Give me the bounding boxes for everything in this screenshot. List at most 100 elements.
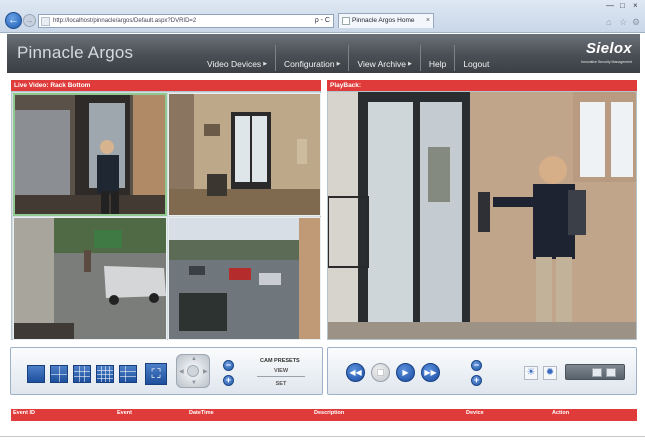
snapshot-icon[interactable]	[592, 368, 602, 377]
live-controls-bar: ⛶ ▲ ▼ ◀ ▶ − + CAM PRESETS VIEW SET	[10, 347, 323, 395]
grid-line	[97, 378, 113, 379]
rewind-icon: ◀◀	[349, 368, 362, 377]
camera-tile-3[interactable]	[13, 217, 167, 340]
page-divider	[0, 436, 645, 437]
nav-help[interactable]: Help	[421, 57, 454, 71]
playback-header: PlayBack:	[327, 80, 637, 91]
window-close-icon[interactable]: ×	[633, 1, 638, 10]
grid-line	[125, 366, 126, 382]
nav-view-archive[interactable]: View Archive ▶	[349, 57, 419, 71]
contrast-icon: ✹	[545, 367, 555, 378]
caret-right-icon: ▶	[263, 61, 268, 67]
nav-label: Configuration	[284, 59, 335, 69]
preset-view-button[interactable]: VIEW	[264, 368, 298, 374]
camera-2-image	[169, 94, 320, 215]
cam-presets-label: CAM PRESETS	[260, 358, 300, 364]
page-favicon-icon	[41, 17, 50, 26]
favorites-star-icon[interactable]: ☆	[619, 17, 627, 28]
camera-tile-1[interactable]	[13, 93, 167, 216]
layout-2x2-button[interactable]	[50, 365, 68, 383]
grid-line	[97, 374, 113, 375]
play-button[interactable]: ▶	[396, 363, 415, 382]
ptz-up-icon[interactable]: ▲	[191, 356, 197, 362]
stop-button[interactable]	[371, 363, 390, 382]
contrast-button[interactable]: ✹	[543, 366, 557, 380]
camera-tile-2[interactable]	[168, 93, 321, 216]
col-datetime[interactable]: DateTime	[189, 410, 214, 416]
grid-line	[74, 371, 90, 372]
grid-line	[97, 370, 113, 371]
grid-line	[120, 376, 136, 377]
nav-label: Help	[428, 59, 447, 69]
caret-right-icon: ▶	[407, 61, 412, 67]
zoom-out-button[interactable]: −	[223, 360, 234, 371]
rewind-button[interactable]: ◀◀	[346, 363, 365, 382]
nav-configuration[interactable]: Configuration ▶	[276, 57, 348, 71]
nav-label: Video Devices	[207, 59, 262, 69]
speed-down-button[interactable]: −	[471, 360, 482, 371]
preset-set-button[interactable]: SET	[264, 381, 298, 387]
camera-3-image	[14, 218, 166, 339]
app-title: Pinnacle Argos	[17, 43, 134, 62]
back-button[interactable]: ←	[5, 12, 22, 29]
brand-logo: Sielox	[586, 40, 632, 57]
maximize-icon[interactable]: □	[620, 1, 625, 10]
tab-title: Pinnacle Argos Home	[352, 17, 415, 24]
col-event-id[interactable]: Event ID	[13, 410, 35, 416]
camera-tile-4[interactable]	[168, 217, 321, 340]
playback-image	[328, 92, 636, 339]
playback-controls-bar: ◀◀ ▶ ▶▶ − + ☀ ✹	[327, 347, 637, 395]
live-video-header: Live Video: Rack Bottom	[11, 80, 321, 91]
search-refresh-icon[interactable]: ρ - C	[315, 15, 330, 27]
ptz-left-icon[interactable]: ◀	[179, 368, 184, 375]
stop-icon	[377, 369, 384, 376]
caret-right-icon: ▶	[336, 61, 341, 67]
grid-line	[84, 366, 85, 382]
grid-line	[51, 374, 67, 375]
layout-1x1-button[interactable]	[27, 365, 45, 383]
col-description[interactable]: Description	[314, 410, 344, 416]
preset-divider	[257, 376, 305, 377]
main-nav: Video Devices ▶ Configuration ▶ View Archi…	[199, 45, 497, 71]
ptz-pad[interactable]: ▲ ▼ ◀ ▶	[176, 354, 210, 388]
grid-line	[79, 366, 80, 382]
layout-custom-button[interactable]	[119, 365, 137, 383]
fullscreen-button[interactable]: ⛶	[145, 363, 167, 385]
nav-video-devices[interactable]: Video Devices ▶	[199, 57, 275, 71]
zoom-in-button[interactable]: +	[223, 375, 234, 386]
col-action[interactable]: Action	[552, 410, 569, 416]
fullscreen-icon: ⛶	[151, 366, 161, 381]
fast-forward-icon: ▶▶	[424, 368, 437, 377]
minimize-icon[interactable]: —	[606, 1, 614, 10]
events-table-header: Event ID Event DateTime Description Devi…	[11, 409, 637, 421]
address-bar[interactable]: http://localhost/pinnacle/argos/Default.…	[38, 14, 334, 28]
layout-4x4-button[interactable]	[96, 365, 114, 383]
live-video-grid	[11, 91, 321, 340]
browser-toolbar: ← → http://localhost/pinnacle/argos/Defa…	[0, 0, 645, 33]
camera-1-image	[15, 95, 165, 214]
brand-tagline: Innovative Security Management	[581, 60, 632, 64]
speed-up-button[interactable]: +	[471, 375, 482, 386]
home-icon[interactable]: ⌂	[606, 17, 611, 27]
grid-line	[74, 376, 90, 377]
brightness-button[interactable]: ☀	[524, 366, 538, 380]
nav-label: Logout	[463, 59, 490, 69]
nav-logout[interactable]: Logout	[455, 57, 497, 71]
forward-button[interactable]: →	[23, 14, 36, 27]
col-device[interactable]: Device	[466, 410, 484, 416]
browser-tab[interactable]: Pinnacle Argos Home ×	[338, 13, 434, 28]
print-icon[interactable]	[606, 368, 616, 377]
app-header: Pinnacle Argos Video Devices ▶ Configurat…	[7, 34, 640, 73]
ptz-down-icon[interactable]: ▼	[191, 380, 197, 386]
fast-forward-button[interactable]: ▶▶	[421, 363, 440, 382]
settings-gear-icon[interactable]: ⚙	[632, 17, 640, 28]
export-toolbar	[565, 364, 625, 380]
nav-label: View Archive	[357, 59, 406, 69]
layout-3x3-button[interactable]	[73, 365, 91, 383]
ptz-right-icon[interactable]: ▶	[203, 368, 208, 375]
tab-close-icon[interactable]: ×	[426, 14, 430, 28]
playback-video[interactable]	[327, 91, 637, 340]
ptz-center-icon[interactable]	[187, 365, 199, 377]
tab-favicon-icon	[342, 17, 350, 25]
col-event[interactable]: Event	[117, 410, 132, 416]
